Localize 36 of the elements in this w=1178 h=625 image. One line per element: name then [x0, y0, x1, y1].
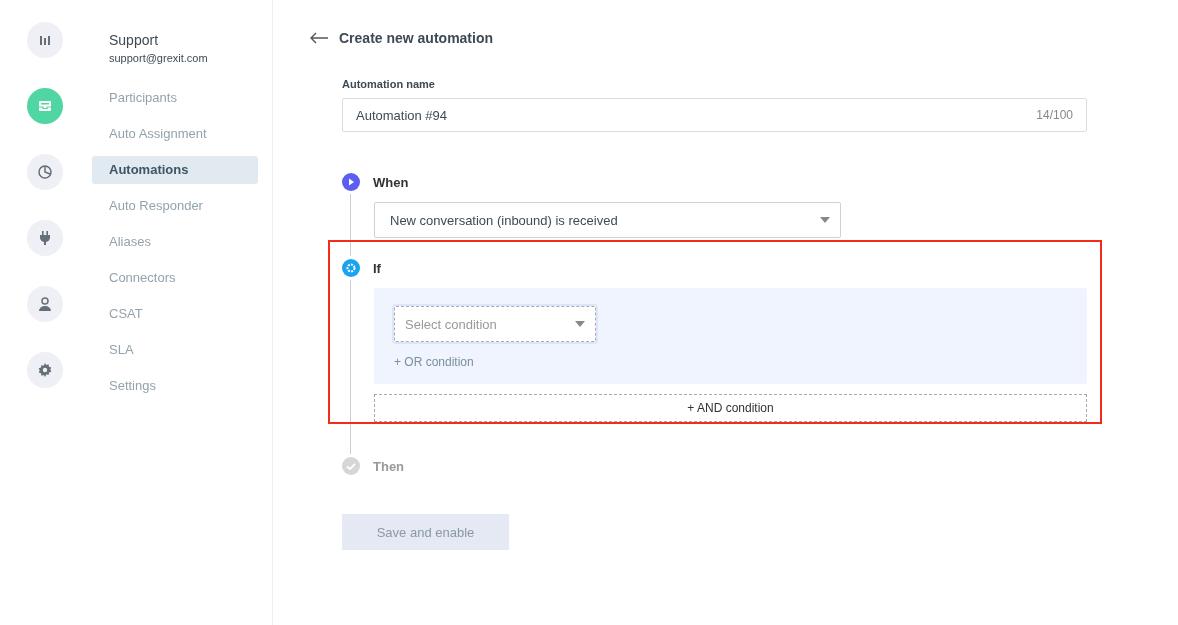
caret-icon	[575, 321, 585, 327]
sidebar-item[interactable]: Aliases	[92, 228, 258, 256]
sidebar-item[interactable]: SLA	[92, 336, 258, 364]
caret-icon	[820, 217, 830, 223]
automation-name-field[interactable]: Automation #94 14/100	[342, 98, 1087, 132]
sidebar-item[interactable]: Connectors	[92, 264, 258, 292]
and-condition-button[interactable]: + AND condition	[374, 394, 1087, 422]
sidebar-item[interactable]: Auto Responder	[92, 192, 258, 220]
field-label: Automation name	[342, 78, 436, 90]
sidebar-item[interactable]: Settings	[92, 372, 258, 400]
plug-icon	[38, 230, 52, 246]
nav-rail-button[interactable]	[27, 220, 63, 256]
back-arrow-icon[interactable]	[309, 32, 329, 44]
bar-chart-icon	[38, 33, 52, 47]
sidebar-item[interactable]: Automations	[92, 156, 258, 184]
trigger-dropdown[interactable]: New conversation (inbound) is received	[374, 202, 841, 238]
or-condition-link[interactable]: + OR condition	[394, 355, 474, 369]
step-label: Then	[373, 458, 405, 474]
person-icon	[38, 296, 52, 312]
character-counter: 14/100	[1036, 108, 1073, 122]
condition-dropdown[interactable]: Select condition	[394, 306, 596, 342]
nav-rail-button[interactable]	[27, 352, 63, 388]
sidebar-item[interactable]: CSAT	[92, 300, 258, 328]
sidebar-item[interactable]: Participants	[92, 84, 258, 112]
step-label: When	[373, 174, 409, 190]
pie-chart-icon	[37, 164, 53, 180]
page-title: Create new automation	[339, 30, 494, 46]
step-label: If	[373, 260, 381, 276]
inbox-icon	[37, 98, 53, 114]
settings-icon	[37, 362, 53, 378]
account-name: Support	[109, 32, 160, 48]
nav-rail-button[interactable]	[27, 22, 63, 58]
account-email: support@grexit.com	[109, 52, 209, 64]
nav-rail-button[interactable]	[27, 154, 63, 190]
sidebar-item[interactable]: Auto Assignment	[92, 120, 258, 148]
nav-rail-button[interactable]	[27, 286, 63, 322]
